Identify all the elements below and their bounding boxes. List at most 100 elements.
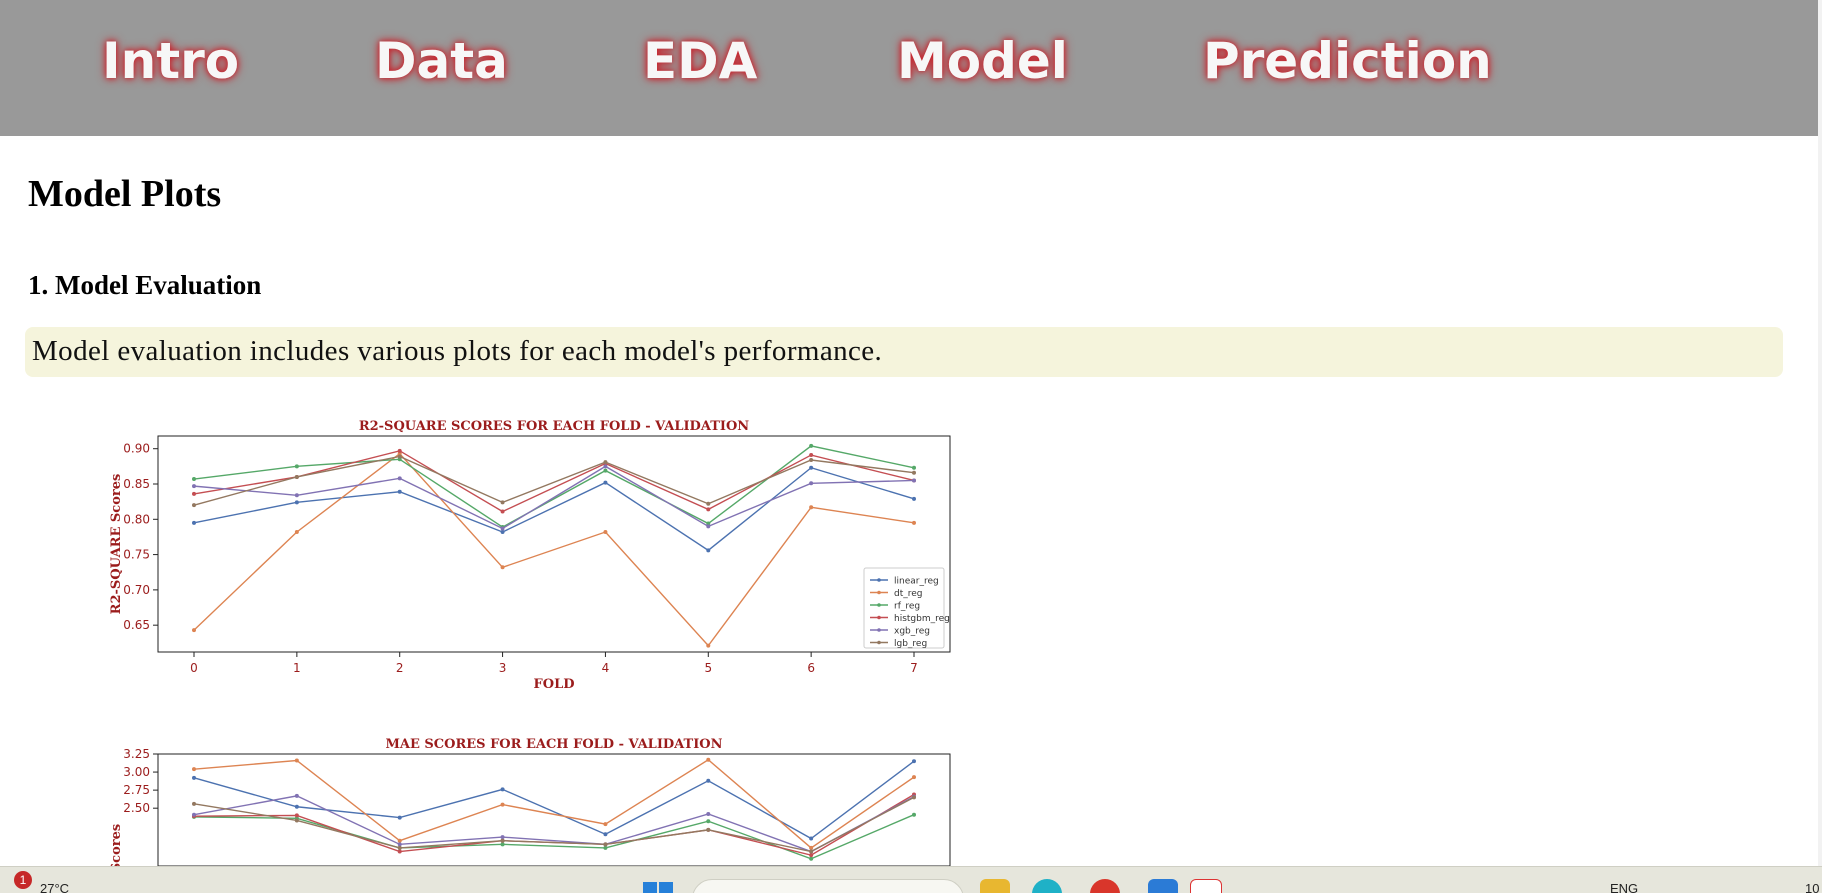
y-tick-label: 3.00 <box>123 765 150 779</box>
data-point-lgb-reg <box>912 795 916 800</box>
clock[interactable]: 10 <box>1805 881 1819 893</box>
r2-score-chart: R2-SQUARE SCORES FOR EACH FOLD - VALIDAT… <box>109 419 951 692</box>
data-point-lgb-reg <box>809 458 814 462</box>
legend-marker <box>877 628 881 632</box>
data-point-rf-reg <box>294 464 299 469</box>
y-tick-label: 0.65 <box>123 618 150 632</box>
data-point-linear-reg <box>912 496 916 501</box>
data-point-linear-reg <box>294 804 299 809</box>
x-tick-label: 1 <box>293 661 301 675</box>
data-point-xgb-reg <box>397 476 402 481</box>
x-tick-label: 7 <box>910 661 918 675</box>
data-point-xgb-reg <box>912 478 916 483</box>
data-point-dt-reg <box>500 565 505 570</box>
data-point-linear-reg <box>500 530 505 534</box>
file-explorer-icon[interactable] <box>980 879 1010 893</box>
weather-text[interactable]: 27°C <box>40 881 69 893</box>
data-point-dt-reg <box>706 643 711 648</box>
taskbar-search[interactable] <box>692 879 964 893</box>
data-point-linear-reg <box>603 832 608 837</box>
data-point-dt-reg <box>192 767 196 772</box>
app-icon[interactable] <box>1190 879 1222 893</box>
mae-score-chart: MAE SCORES FOR EACH FOLD - VALIDATION 2.5… <box>109 737 951 866</box>
legend-marker <box>877 615 881 620</box>
data-point-xgb-reg <box>192 812 196 817</box>
data-point-xgb-reg <box>192 484 196 489</box>
legend-marker <box>877 640 881 645</box>
chart-title: MAE SCORES FOR EACH FOLD - VALIDATION <box>385 737 722 752</box>
nav-model[interactable]: Model <box>897 32 1068 90</box>
data-point-histgbm-reg <box>192 491 196 496</box>
data-point-dt-reg <box>294 530 299 534</box>
nav-intro[interactable]: Intro <box>102 32 239 90</box>
data-point-lgb-reg <box>397 845 402 850</box>
data-point-dt-reg <box>706 757 711 762</box>
data-point-linear-reg <box>809 465 814 470</box>
data-point-dt-reg <box>912 520 916 525</box>
data-point-xgb-reg <box>500 835 505 840</box>
nav-prediction[interactable]: Prediction <box>1203 32 1492 90</box>
y-tick-label: 0.85 <box>123 477 150 491</box>
y-tick-label: 0.75 <box>123 548 150 562</box>
series-line-linear-reg <box>193 760 915 840</box>
data-point-linear-reg <box>192 775 196 780</box>
data-point-histgbm-reg <box>294 813 299 818</box>
y-tick-label: 0.90 <box>123 442 150 456</box>
edge-icon[interactable] <box>1032 879 1062 893</box>
data-point-xgb-reg <box>706 524 711 529</box>
taskbar: 1 27°C ENG 10 <box>0 866 1822 893</box>
data-point-linear-reg <box>500 787 505 792</box>
data-point-rf-reg <box>809 443 814 448</box>
data-point-lgb-reg <box>706 827 711 832</box>
data-point-xgb-reg <box>294 793 299 798</box>
chrome-icon[interactable] <box>1090 879 1120 893</box>
data-point-rf-reg <box>192 477 196 482</box>
x-tick-label: 5 <box>704 661 712 675</box>
data-point-lgb-reg <box>809 849 814 854</box>
data-point-rf-reg <box>500 842 505 847</box>
language-indicator[interactable]: ENG <box>1610 881 1638 893</box>
data-point-lgb-reg <box>500 500 505 505</box>
data-point-rf-reg <box>603 845 608 850</box>
data-point-xgb-reg <box>294 493 299 498</box>
notification-badge[interactable]: 1 <box>14 871 32 889</box>
windows-start-icon[interactable] <box>643 882 673 893</box>
legend-label: rf_reg <box>894 602 920 612</box>
legend-label: lgb_reg <box>894 639 927 649</box>
data-point-linear-reg <box>397 489 402 494</box>
page-title: Model Plots <box>28 173 222 215</box>
data-point-lgb-reg <box>192 503 196 508</box>
data-point-linear-reg <box>706 548 711 553</box>
nav-data[interactable]: Data <box>375 32 508 90</box>
data-point-dt-reg <box>912 775 916 780</box>
data-point-linear-reg <box>603 480 608 485</box>
legend-marker <box>877 590 881 595</box>
top-nav: Intro Data EDA Model Prediction <box>0 0 1818 136</box>
data-point-dt-reg <box>603 530 608 534</box>
data-point-linear-reg <box>192 520 196 525</box>
data-point-dt-reg <box>603 822 608 827</box>
data-point-lgb-reg <box>192 801 196 806</box>
data-point-dt-reg <box>809 505 814 510</box>
series-line-linear-reg <box>193 466 915 552</box>
section-title: 1. Model Evaluation <box>28 270 262 300</box>
data-point-rf-reg <box>706 819 711 824</box>
data-point-histgbm-reg <box>809 853 814 858</box>
vscode-icon[interactable] <box>1148 879 1178 893</box>
data-point-linear-reg <box>706 778 711 783</box>
y-tick-label: 0.80 <box>123 512 150 526</box>
legend-marker <box>877 578 881 582</box>
legend-label: histgbm_reg <box>894 614 950 624</box>
data-point-lgb-reg <box>603 460 608 465</box>
data-point-lgb-reg <box>603 842 608 847</box>
y-axis-label: Scores <box>109 824 124 866</box>
data-point-linear-reg <box>294 500 299 505</box>
nav-eda[interactable]: EDA <box>643 32 757 90</box>
legend-label: linear_reg <box>894 577 939 587</box>
info-text: Model evaluation includes various plots … <box>32 335 883 367</box>
data-point-histgbm-reg <box>809 453 814 458</box>
y-tick-label: 2.75 <box>123 783 150 797</box>
series-line-dt-reg <box>193 758 915 849</box>
scrollbar[interactable] <box>1818 0 1822 866</box>
chart-title: R2-SQUARE SCORES FOR EACH FOLD - VALIDAT… <box>359 419 749 434</box>
